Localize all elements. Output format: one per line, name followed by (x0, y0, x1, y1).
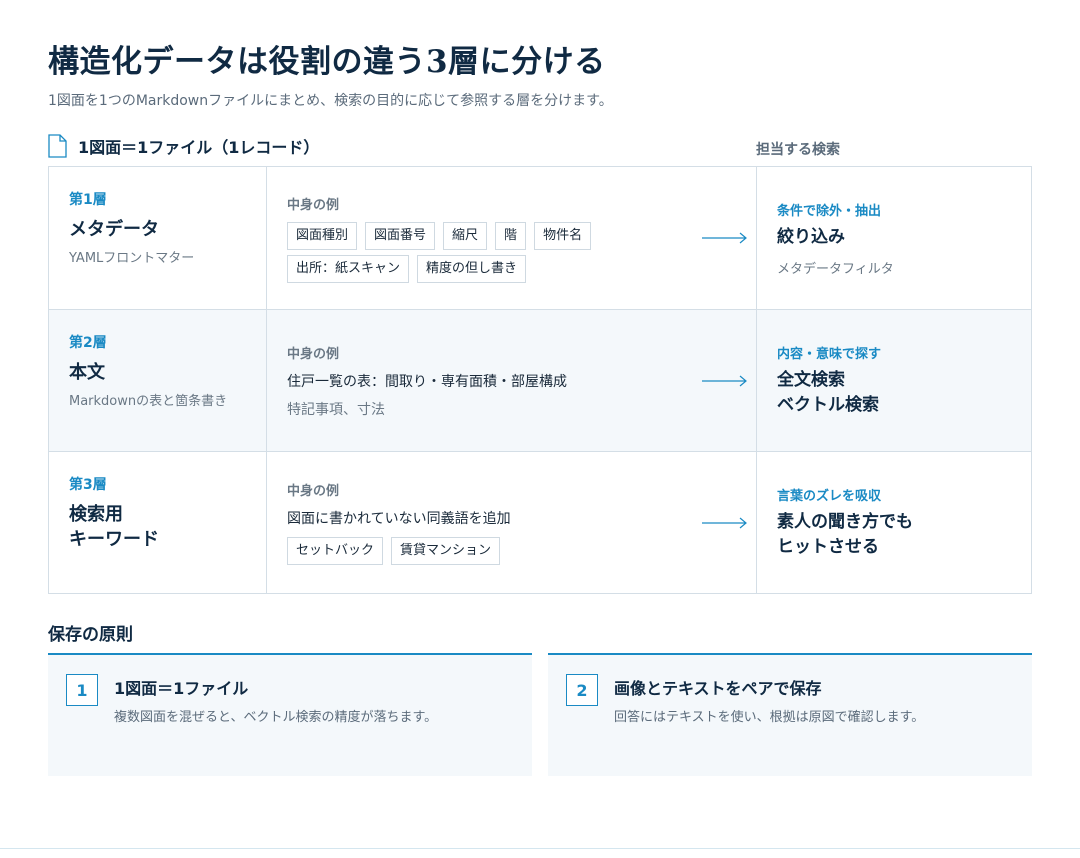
layer-examples: 中身の例 住戸一覧の表：間取り・専有面積・部屋構成 特記事項、寸法 (267, 310, 757, 451)
search-goal: 内容・意味で探す (777, 347, 882, 362)
layer-name: 検索用 キーワード (69, 504, 159, 550)
tag: 階 (495, 221, 527, 250)
tag: 物件名 (534, 221, 592, 250)
layer-number: 第2層 (69, 335, 107, 351)
layer-name: メタデータ (69, 219, 159, 240)
example-sub: 特記事項、寸法 (287, 401, 385, 418)
page-subtitle: 1図面を1つのMarkdownファイルにまとめ、検索の目的に応じて参照する層を分… (48, 93, 613, 109)
tag-list: セットバック 賃貸マンション (287, 532, 607, 565)
file-header: 1図面＝1ファイル（1レコード） (48, 134, 319, 158)
arrow-right-icon (702, 232, 747, 244)
principles-title: 保存の原則 (48, 625, 133, 645)
search-type: 全文検索 ベクトル検索 (777, 370, 879, 415)
layer-table: 第1層 メタデータ YAMLフロントマター 中身の例 図面種別 図面番号 縮尺 … (48, 166, 1032, 594)
example-main: 住戸一覧の表：間取り・専有面積・部屋構成 (287, 373, 567, 390)
layer-info: 第2層 本文 Markdownの表と箇条書き (49, 310, 267, 451)
principle-card-1: 1 1図面＝1ファイル 複数図面を混ぜると、ベクトル検索の精度が落ちます。 (48, 653, 532, 776)
layer-examples: 中身の例 図面種別 図面番号 縮尺 階 物件名 出所：紙スキャン 精度の但し書き (267, 167, 757, 309)
principle-number: 2 (566, 674, 598, 706)
tag: セットバック (287, 537, 384, 565)
layer-name: 本文 (69, 362, 105, 383)
tag: 賃貸マンション (391, 537, 501, 565)
search-goal: 言葉のズレを吸収 (777, 489, 882, 504)
tag: 図面番号 (365, 221, 436, 250)
tag: 縮尺 (443, 221, 488, 250)
principle-title: 1図面＝1ファイル (114, 679, 249, 698)
search-target: 内容・意味で探す 全文検索 ベクトル検索 (757, 310, 1031, 451)
layer-row-3: 第3層 検索用 キーワード 中身の例 図面に書かれていない同義語を追加 セットバ… (49, 451, 1031, 593)
search-target: 言葉のズレを吸収 素人の聞き方でも ヒットさせる (757, 452, 1031, 593)
example-main: 図面に書かれていない同義語を追加 (287, 511, 511, 527)
layer-description: YAMLフロントマター (69, 251, 195, 266)
search-target: 条件で除外・抽出 絞り込み メタデータフィルタ (757, 167, 1031, 309)
tag: 出所：紙スキャン (287, 254, 410, 283)
search-type: 素人の聞き方でも ヒットさせる (777, 512, 913, 557)
page-title: 構造化データは役割の違う3層に分ける (48, 44, 606, 80)
arrow-right-icon (702, 517, 747, 528)
principle-description: 回答にはテキストを使い、根拠は原図で確認します。 (614, 710, 925, 725)
layer-number: 第3層 (69, 477, 107, 493)
bottom-divider (0, 848, 1080, 849)
tag: 図面種別 (287, 221, 358, 250)
example-label: 中身の例 (287, 484, 340, 499)
example-label: 中身の例 (287, 346, 340, 362)
layer-row-2: 第2層 本文 Markdownの表と箇条書き 中身の例 住戸一覧の表：間取り・専… (49, 309, 1031, 451)
file-icon (48, 134, 67, 158)
layer-info: 第3層 検索用 キーワード (49, 452, 267, 593)
search-type: 絞り込み (777, 226, 845, 247)
principle-number: 1 (66, 674, 98, 706)
principle-card-2: 2 画像とテキストをペアで保存 回答にはテキストを使い、根拠は原図で確認します。 (548, 653, 1032, 776)
file-label: 1図面＝1ファイル（1レコード） (78, 138, 320, 157)
example-label: 中身の例 (287, 197, 340, 213)
layer-examples: 中身の例 図面に書かれていない同義語を追加 セットバック 賃貸マンション (267, 452, 757, 593)
principle-description: 複数図面を混ぜると、ベクトル検索の精度が落ちます。 (114, 710, 438, 725)
search-type-description: メタデータフィルタ (777, 261, 894, 277)
tag: 精度の但し書き (417, 254, 527, 283)
arrow-right-icon (702, 375, 747, 386)
search-goal: 条件で除外・抽出 (777, 203, 882, 219)
layer-number: 第1層 (69, 192, 107, 208)
layer-description: Markdownの表と箇条書き (69, 394, 228, 409)
layer-row-1: 第1層 メタデータ YAMLフロントマター 中身の例 図面種別 図面番号 縮尺 … (49, 167, 1031, 309)
layer-info: 第1層 メタデータ YAMLフロントマター (49, 167, 267, 309)
tag-list: 図面種別 図面番号 縮尺 階 物件名 出所：紙スキャン 精度の但し書き (287, 217, 607, 283)
principle-title: 画像とテキストをペアで保存 (614, 679, 822, 698)
search-column-label: 担当する検索 (756, 142, 840, 158)
